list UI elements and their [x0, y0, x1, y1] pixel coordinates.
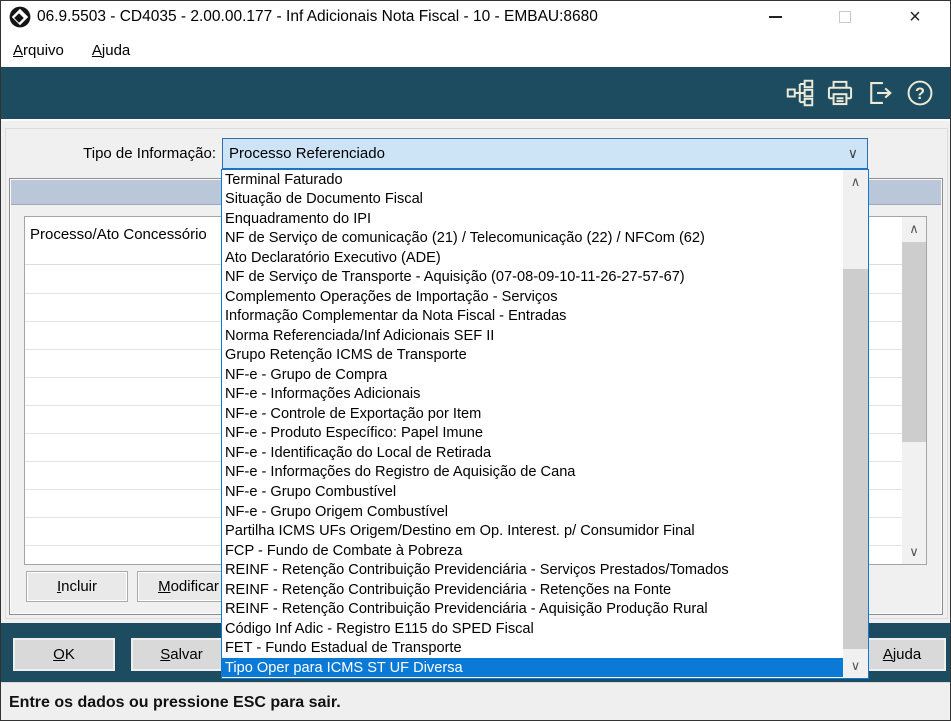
menu-ajuda[interactable]: Ajuda — [90, 40, 132, 61]
totvs-logo-icon — [9, 6, 31, 28]
dropdown-item[interactable]: NF-e - Grupo Combustível — [222, 482, 843, 502]
scrollbar-thumb[interactable] — [843, 269, 868, 649]
scroll-up-icon[interactable]: ∧ — [843, 170, 868, 194]
dropdown-item[interactable]: Tipo Oper para ICMS ST UF Diversa — [222, 657, 843, 678]
scrollbar-thumb[interactable] — [902, 242, 926, 442]
status-message: Entre os dados ou pressione ESC para sai… — [9, 693, 341, 711]
dropdown-item[interactable]: Norma Referenciada/Inf Adicionais SEF II — [222, 326, 843, 346]
minimize-icon[interactable] — [740, 1, 810, 33]
ok-button[interactable]: OK — [13, 638, 115, 671]
dropdown-item[interactable]: REINF - Retenção Contribuição Previdenci… — [222, 599, 843, 619]
dropdown-item[interactable]: NF-e - Informações Adicionais — [222, 385, 843, 405]
incluir-button[interactable]: Incluir — [26, 571, 128, 602]
tipo-informacao-dropdown: Terminal Faturado Situação de Documento F… — [221, 169, 869, 679]
dropdown-item[interactable]: Grupo Retenção ICMS de Transporte — [222, 346, 843, 366]
maximize-icon — [810, 1, 880, 33]
toolbar: ? — [1, 67, 950, 121]
scroll-up-icon[interactable]: ∧ — [902, 217, 926, 241]
dropdown-item[interactable]: FET - Fundo Estadual de Transporte — [222, 638, 843, 658]
toolbar-icons: ? — [783, 67, 936, 119]
dropdown-item[interactable]: REINF - Retenção Contribuição Previdenci… — [222, 560, 843, 580]
dropdown-item[interactable]: Terminal Faturado — [222, 170, 843, 190]
dropdown-item[interactable]: Complemento Operações de Importação - Se… — [222, 287, 843, 307]
chevron-down-icon[interactable]: ∨ — [848, 145, 858, 162]
ajuda-button[interactable]: Ajuda — [858, 638, 946, 671]
dropdown-scrollbar[interactable]: ∧ ∨ — [843, 170, 868, 678]
window-title: 06.9.5503 - CD4035 - 2.00.00.177 - Inf A… — [37, 8, 598, 25]
dropdown-item[interactable]: NF-e - Grupo de Compra — [222, 365, 843, 385]
dropdown-item[interactable]: NF de Serviço de comunicação (21) / Tele… — [222, 229, 843, 249]
window-controls: × — [740, 1, 950, 33]
dropdown-item[interactable]: FCP - Fundo de Combate à Pobreza — [222, 541, 843, 561]
tipo-informacao-label: Tipo de Informação: — [83, 145, 216, 162]
dropdown-item[interactable]: Situação de Documento Fiscal — [222, 190, 843, 210]
dropdown-item[interactable]: NF de Serviço de Transporte - Aquisição … — [222, 268, 843, 288]
app-window: 06.9.5503 - CD4035 - 2.00.00.177 - Inf A… — [0, 0, 951, 721]
dropdown-item[interactable]: NF-e - Produto Específico: Papel Imune — [222, 424, 843, 444]
dropdown-item[interactable]: Informação Complementar da Nota Fiscal -… — [222, 307, 843, 327]
help-glyph: ? — [915, 85, 925, 103]
table-scrollbar[interactable]: ∧ ∨ — [902, 217, 926, 564]
dropdown-list: Terminal Faturado Situação de Documento F… — [222, 170, 843, 678]
exit-icon[interactable] — [863, 77, 896, 109]
dropdown-item[interactable]: Ato Declaratório Executivo (ADE) — [222, 248, 843, 268]
salvar-button[interactable]: Salvar — [131, 638, 232, 671]
dropdown-item[interactable]: Código Inf Adic - Registro E115 do SPED … — [222, 619, 843, 639]
dropdown-item[interactable]: NF-e - Informações do Registro de Aquisi… — [222, 463, 843, 483]
scroll-down-icon[interactable]: ∨ — [843, 654, 868, 678]
dropdown-item[interactable]: NF-e - Grupo Origem Combustível — [222, 502, 843, 522]
close-icon[interactable]: × — [880, 1, 950, 33]
dropdown-item[interactable]: REINF - Retenção Contribuição Previdenci… — [222, 580, 843, 600]
dropdown-item[interactable]: NF-e - Controle de Exportação por Item — [222, 404, 843, 424]
status-bar: Entre os dados ou pressione ESC para sai… — [1, 682, 950, 720]
dropdown-item[interactable]: NF-e - Identificação do Local de Retirad… — [222, 443, 843, 463]
program-tree-icon[interactable] — [783, 77, 816, 109]
tipo-informacao-combobox[interactable]: Processo Referenciado ∨ — [222, 138, 868, 169]
menu-arquivo[interactable]: Arquivo — [11, 40, 66, 61]
dropdown-item[interactable]: Enquadramento do IPI — [222, 209, 843, 229]
menu-bar: Arquivo Ajuda — [1, 33, 950, 67]
titlebar: 06.9.5503 - CD4035 - 2.00.00.177 - Inf A… — [1, 1, 950, 33]
help-icon[interactable]: ? — [903, 77, 936, 109]
print-icon[interactable] — [823, 77, 856, 109]
dropdown-item[interactable]: Partilha ICMS UFs Origem/Destino em Op. … — [222, 521, 843, 541]
scroll-down-icon[interactable]: ∨ — [902, 540, 926, 564]
combobox-value: Processo Referenciado — [229, 145, 385, 162]
